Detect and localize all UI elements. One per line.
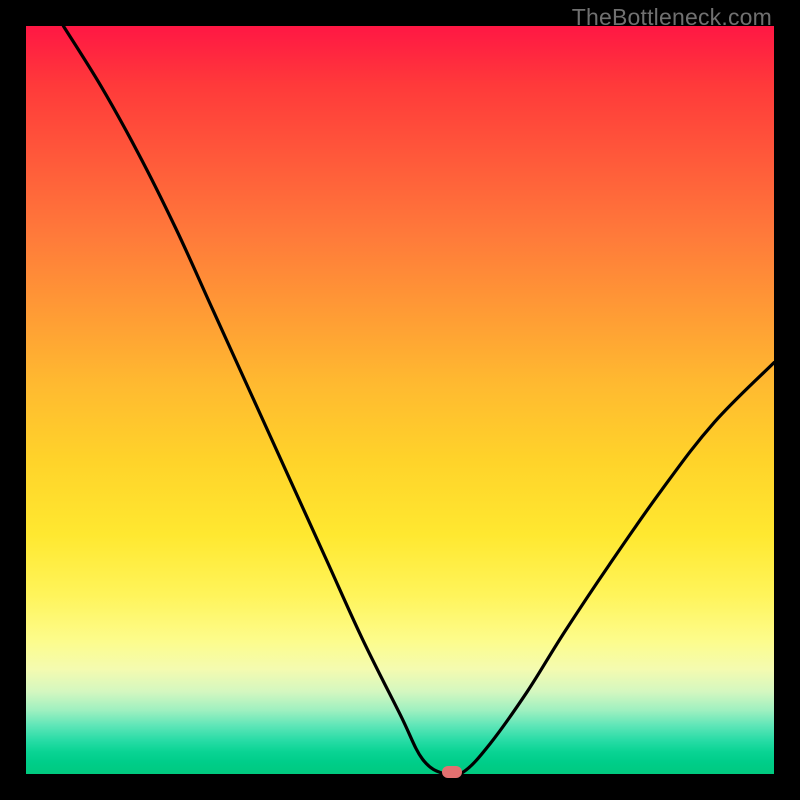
min-marker (442, 766, 462, 778)
chart-frame: TheBottleneck.com (0, 0, 800, 800)
plot-area (26, 26, 774, 774)
bottleneck-curve-path (63, 26, 774, 774)
curve-svg (26, 26, 774, 774)
